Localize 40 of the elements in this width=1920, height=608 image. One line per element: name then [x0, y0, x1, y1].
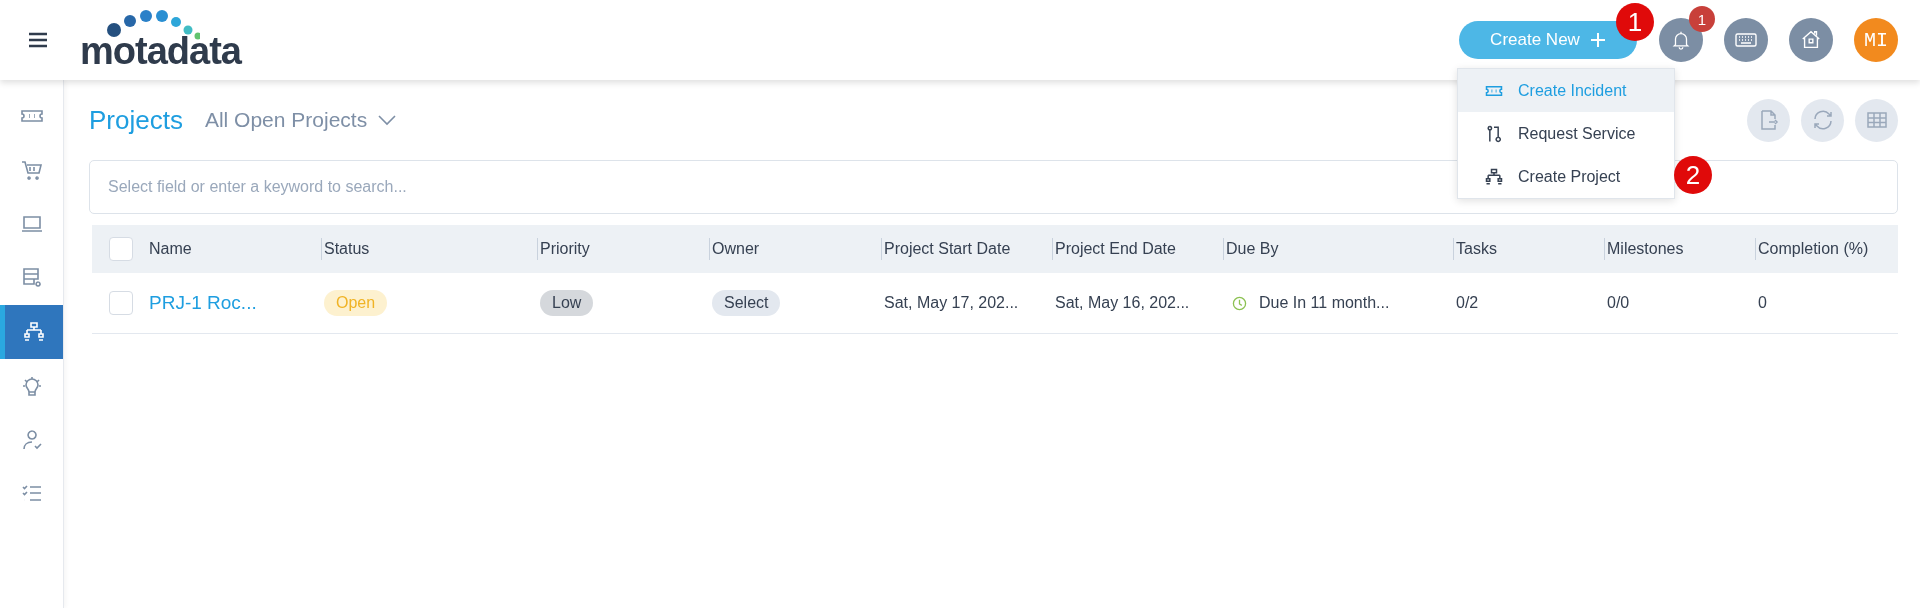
keyboard-button[interactable]: [1724, 18, 1768, 62]
select-all-checkbox[interactable]: [108, 237, 133, 261]
column-header[interactable]: Completion (%): [1758, 240, 1869, 258]
plus-icon: [1589, 32, 1606, 48]
column-header[interactable]: Project End Date: [1055, 240, 1176, 258]
column-header[interactable]: Due By: [1226, 240, 1279, 258]
table-cell: Sat, May 17, 202...: [884, 294, 1019, 312]
home-icon: [1800, 29, 1822, 51]
table-cell: Due In 11 month...: [1259, 294, 1390, 312]
hierarchy-icon: [22, 320, 46, 344]
refresh-icon[interactable]: [1801, 98, 1844, 142]
grid-icon[interactable]: [1855, 98, 1898, 142]
table-cell: 0/2: [1456, 294, 1479, 312]
chevron-down-icon: [377, 114, 398, 126]
column-header[interactable]: Tasks: [1456, 240, 1497, 258]
notification-count: 1: [1689, 6, 1715, 32]
menu-icon[interactable]: [28, 32, 48, 48]
table-cell: Sat, May 16, 202...: [1055, 294, 1190, 312]
logo: motadata: [80, 10, 241, 70]
menu-item[interactable]: Request Service: [1458, 112, 1674, 155]
cart-icon: [19, 158, 44, 182]
column-header[interactable]: Owner: [712, 240, 760, 258]
column-header[interactable]: Project Start Date: [884, 240, 1011, 258]
hierarchy-icon: [1484, 166, 1504, 187]
table-cell: 0/0: [1607, 294, 1630, 312]
column-header[interactable]: Priority: [540, 240, 590, 258]
column-header[interactable]: Name: [149, 240, 192, 258]
owner-badge[interactable]: Select: [712, 290, 781, 316]
clock-icon: [1232, 295, 1247, 311]
priority-badge: Low: [540, 290, 594, 316]
home-button[interactable]: [1789, 18, 1833, 62]
sidebar-item[interactable]: [0, 305, 63, 359]
export-icon[interactable]: [1747, 98, 1790, 142]
page-title: Projects: [89, 104, 183, 136]
column-header[interactable]: Status: [324, 240, 370, 258]
column-header[interactable]: Milestones: [1607, 240, 1684, 258]
table-cell: 0: [1758, 294, 1767, 312]
status-badge: Open: [324, 290, 388, 316]
bell-icon: [1670, 29, 1692, 51]
row-checkbox[interactable]: [108, 291, 133, 315]
